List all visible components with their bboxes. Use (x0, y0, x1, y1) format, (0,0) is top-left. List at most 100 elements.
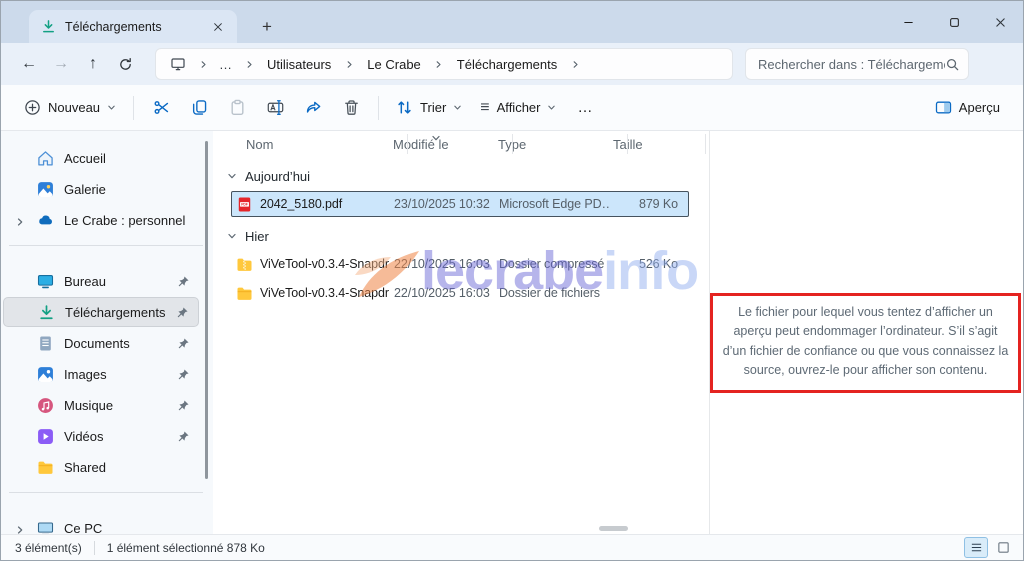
chevron-right-icon[interactable] (15, 215, 25, 225)
sidebar-item-label: Documents (64, 336, 130, 351)
cut-button[interactable] (142, 91, 180, 125)
sidebar-item-galerie[interactable]: Galerie (3, 174, 199, 204)
file-type: Microsoft Edge PD… (495, 197, 610, 211)
video-icon (37, 428, 54, 445)
back-button[interactable]: ← (13, 48, 45, 80)
sidebar-item-label: Bureau (64, 274, 106, 289)
plus-circle-icon (24, 99, 41, 116)
paste-button[interactable] (218, 91, 256, 125)
download-icon (38, 304, 55, 321)
refresh-button[interactable] (109, 48, 141, 80)
search-box[interactable] (745, 48, 969, 80)
sidebar-divider (9, 492, 203, 493)
column-header-nom[interactable]: Nom (231, 137, 389, 152)
rename-icon (267, 99, 284, 116)
column-header-modifie[interactable]: Modifié le (389, 137, 494, 152)
file-row[interactable]: PDF2042_5180.pdf23/10/2025 10:32Microsof… (231, 191, 689, 217)
tab-telechargements[interactable]: Téléchargements (29, 10, 237, 43)
sidebar-item-label: Le Crabe : personnel (64, 213, 185, 228)
minimize-button[interactable] (885, 1, 931, 43)
close-button[interactable] (977, 1, 1023, 43)
search-input[interactable] (758, 57, 945, 72)
file-row[interactable]: ViVeTool-v0.3.4-Snapdr…22/10/2025 16:03D… (231, 280, 689, 306)
share-icon (305, 99, 322, 116)
sidebar-item-label: Images (64, 367, 107, 382)
column-divider[interactable] (627, 134, 628, 154)
toolbar-divider (133, 96, 134, 120)
pin-icon (177, 399, 190, 412)
chevron-down-icon (227, 231, 237, 241)
more-options-button[interactable]: … (565, 99, 605, 116)
gallery-icon (37, 181, 54, 198)
file-type: Dossier compressé (495, 257, 610, 271)
new-tab-button[interactable]: + (253, 13, 281, 41)
tab-title: Téléchargements (65, 20, 209, 34)
file-name: ViVeTool-v0.3.4-Snapdr… (260, 257, 390, 271)
details-view-button[interactable] (964, 537, 988, 558)
preview-toggle-button[interactable]: Aperçu (926, 91, 1009, 125)
sidebar-item-bureau[interactable]: Bureau (3, 266, 199, 296)
address-bar[interactable]: … Utilisateurs Le Crabe Téléchargements (155, 48, 733, 80)
view-button[interactable]: ≡ Afficher (471, 91, 565, 125)
svg-text:PDF: PDF (241, 202, 247, 206)
file-row[interactable]: ViVeTool-v0.3.4-Snapdr…22/10/2025 16:03D… (231, 251, 689, 277)
column-divider[interactable] (512, 134, 513, 154)
file-modified: 23/10/2025 10:32 (390, 197, 495, 211)
sidebar-item-le-crabe-personnel[interactable]: Le Crabe : personnel (3, 205, 199, 235)
breadcrumb: … Utilisateurs Le Crabe Téléchargements (192, 54, 586, 75)
pin-icon (177, 430, 190, 443)
sidebar-item-images[interactable]: Images (3, 359, 199, 389)
sidebar-item-musique[interactable]: Musique (3, 390, 199, 420)
sidebar-item-t-l-chargements[interactable]: Téléchargements (3, 297, 199, 327)
column-headers: Nom Modifié le Type Taille (231, 131, 709, 157)
sidebar-divider (9, 245, 203, 246)
horizontal-scrollbar[interactable] (599, 526, 628, 531)
preview-toggle-label: Aperçu (959, 100, 1000, 115)
column-divider[interactable] (407, 134, 408, 154)
view-lines-icon: ≡ (480, 100, 489, 116)
sidebar-item-documents[interactable]: Documents (3, 328, 199, 358)
large-icons-view-button[interactable] (991, 537, 1015, 558)
download-icon (41, 19, 56, 34)
group-header[interactable]: Aujourd’hui (227, 165, 709, 187)
breadcrumb-item[interactable]: Téléchargements (450, 54, 564, 75)
breadcrumb-item[interactable]: Le Crabe (360, 54, 427, 75)
column-divider[interactable] (705, 134, 706, 154)
share-button[interactable] (294, 91, 332, 125)
chevron-right-icon[interactable] (15, 523, 25, 533)
sidebar-item-vid-os[interactable]: Vidéos (3, 421, 199, 451)
tab-close-icon[interactable] (209, 18, 227, 36)
group-label: Aujourd’hui (245, 169, 310, 184)
sort-chevron-icon (431, 131, 441, 141)
breadcrumb-overflow-button[interactable]: … (214, 57, 238, 72)
new-button[interactable]: Nouveau (15, 91, 125, 125)
breadcrumb-item[interactable]: Utilisateurs (260, 54, 338, 75)
file-modified: 22/10/2025 16:03 (390, 257, 495, 271)
sidebar-item-label: Vidéos (64, 429, 104, 444)
title-bar: Téléchargements + (1, 1, 1023, 43)
breadcrumb-chevron-icon (432, 57, 446, 71)
sidebar-scrollbar[interactable] (205, 141, 208, 479)
selection-info: 1 élément sélectionné 878 Ko (107, 541, 265, 555)
up-button[interactable]: ↑ (77, 48, 109, 80)
folder-icon (236, 285, 253, 302)
copy-button[interactable] (180, 91, 218, 125)
view-button-label: Afficher (497, 100, 541, 115)
group-header[interactable]: Hier (227, 225, 709, 247)
sidebar-item-accueil[interactable]: Accueil (3, 143, 199, 173)
sidebar-item-shared[interactable]: Shared (3, 452, 199, 482)
rename-button[interactable] (256, 91, 294, 125)
sort-button[interactable]: Trier (387, 91, 471, 125)
pin-icon (177, 337, 190, 350)
music-icon (37, 397, 54, 414)
chevron-down-icon (453, 103, 462, 112)
status-bar: 3 élément(s) 1 élément sélectionné 878 K… (1, 534, 1023, 561)
forward-button[interactable]: → (45, 48, 77, 80)
preview-pane: Le fichier pour lequel vous tentez d’aff… (709, 131, 1023, 534)
delete-button[interactable] (332, 91, 370, 125)
breadcrumb-chevron-icon (568, 57, 582, 71)
window-body: Accueil Galerie Le Crabe : personnel Bureau… (1, 131, 1023, 534)
maximize-button[interactable] (931, 1, 977, 43)
column-header-taille[interactable]: Taille (609, 137, 687, 152)
sidebar-item-label: Accueil (64, 151, 106, 166)
